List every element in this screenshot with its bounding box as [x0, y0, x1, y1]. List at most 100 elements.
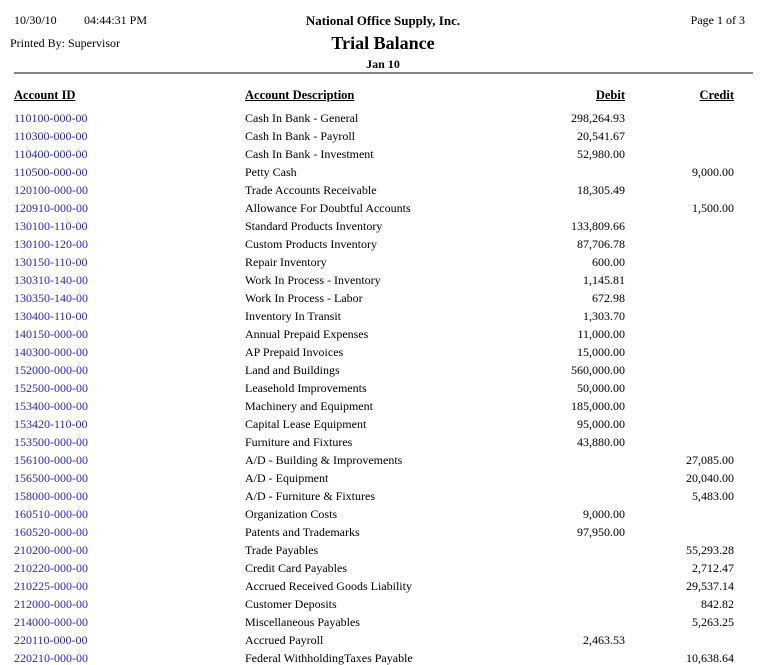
account-id-link[interactable]: 210200-000-00: [14, 543, 88, 557]
debit-amount: 20,541.67: [485, 127, 625, 145]
debit-amount: [485, 613, 625, 631]
table-row: 158000-000-00 A/D - Furniture & Fixtures…: [14, 487, 734, 505]
credit-amount: [625, 397, 734, 415]
col-header-credit: Credit: [625, 88, 734, 109]
credit-amount: 9,000.00: [625, 163, 734, 181]
trial-balance-report: 10/30/10 04:44:31 PM Page 1 of 3 Printed…: [0, 0, 766, 665]
header-divider: [14, 72, 753, 74]
credit-amount: [625, 343, 734, 361]
account-description: A/D - Furniture & Fixtures: [245, 487, 485, 505]
account-id-link[interactable]: 152000-000-00: [14, 363, 88, 377]
account-id-link[interactable]: 214000-000-00: [14, 615, 88, 629]
debit-amount: 95,000.00: [485, 415, 625, 433]
account-description: Patents and Trademarks: [245, 523, 485, 541]
account-id-link[interactable]: 140300-000-00: [14, 345, 88, 359]
debit-amount: 133,809.66: [485, 217, 625, 235]
table-row: 130400-110-00 Inventory In Transit 1,303…: [14, 307, 734, 325]
credit-amount: [625, 109, 734, 127]
account-id-link[interactable]: 160510-000-00: [14, 507, 88, 521]
account-id-link[interactable]: 153500-000-00: [14, 435, 88, 449]
company-name: National Office Supply, Inc.: [0, 13, 766, 29]
credit-amount: 55,293.28: [625, 541, 734, 559]
account-id-link[interactable]: 153420-110-00: [14, 417, 88, 431]
account-id-link[interactable]: 110500-000-00: [14, 165, 88, 179]
account-id-link[interactable]: 110300-000-00: [14, 129, 88, 143]
account-id-link[interactable]: 220210-000-00: [14, 651, 88, 665]
account-description: Work In Process - Inventory: [245, 271, 485, 289]
credit-amount: [625, 631, 734, 649]
credit-amount: [625, 307, 734, 325]
account-id-link[interactable]: 110400-000-00: [14, 147, 88, 161]
debit-amount: 298,264.93: [485, 109, 625, 127]
table-row: 152000-000-00 Land and Buildings 560,000…: [14, 361, 734, 379]
account-id-link[interactable]: 130310-140-00: [14, 273, 88, 287]
account-description: Cash In Bank - General: [245, 109, 485, 127]
account-id-link[interactable]: 120910-000-00: [14, 201, 88, 215]
col-header-account-id: Account ID: [14, 88, 245, 109]
account-description: Work In Process - Labor: [245, 289, 485, 307]
debit-amount: 50,000.00: [485, 379, 625, 397]
account-description: Accrued Payroll: [245, 631, 485, 649]
table-row: 153400-000-00 Machinery and Equipment 18…: [14, 397, 734, 415]
account-description: A/D - Building & Improvements: [245, 451, 485, 469]
account-id-link[interactable]: 210220-000-00: [14, 561, 88, 575]
credit-amount: 5,263.25: [625, 613, 734, 631]
debit-amount: [485, 199, 625, 217]
account-id-link[interactable]: 212000-000-00: [14, 597, 88, 611]
table-row: 130350-140-00 Work In Process - Labor 67…: [14, 289, 734, 307]
account-description: Cash In Bank - Investment: [245, 145, 485, 163]
debit-amount: [485, 595, 625, 613]
credit-amount: 1,500.00: [625, 199, 734, 217]
account-id-link[interactable]: 153400-000-00: [14, 399, 88, 413]
table-row: 210225-000-00 Accrued Received Goods Lia…: [14, 577, 734, 595]
debit-amount: 9,000.00: [485, 505, 625, 523]
table-row: 152500-000-00 Leasehold Improvements 50,…: [14, 379, 734, 397]
col-header-debit: Debit: [485, 88, 625, 109]
table-row: 130100-120-00 Custom Products Inventory …: [14, 235, 734, 253]
account-id-link[interactable]: 130400-110-00: [14, 309, 88, 323]
account-id-link[interactable]: 220110-000-00: [14, 633, 88, 647]
credit-amount: [625, 361, 734, 379]
account-id-link[interactable]: 130100-120-00: [14, 237, 88, 251]
debit-amount: 2,463.53: [485, 631, 625, 649]
account-id-link[interactable]: 152500-000-00: [14, 381, 88, 395]
account-description: Organization Costs: [245, 505, 485, 523]
account-id-link[interactable]: 130350-140-00: [14, 291, 88, 305]
account-description: Annual Prepaid Expenses: [245, 325, 485, 343]
credit-amount: [625, 379, 734, 397]
credit-amount: [625, 433, 734, 451]
account-id-link[interactable]: 156100-000-00: [14, 453, 88, 467]
credit-amount: [625, 415, 734, 433]
table-row: 120910-000-00 Allowance For Doubtful Acc…: [14, 199, 734, 217]
credit-amount: [625, 145, 734, 163]
table-row: 210220-000-00 Credit Card Payables 2,712…: [14, 559, 734, 577]
account-id-link[interactable]: 140150-000-00: [14, 327, 88, 341]
credit-amount: 27,085.00: [625, 451, 734, 469]
account-description: Trade Accounts Receivable: [245, 181, 485, 199]
debit-amount: 1,303.70: [485, 307, 625, 325]
debit-amount: 672.98: [485, 289, 625, 307]
account-description: A/D - Equipment: [245, 469, 485, 487]
account-id-link[interactable]: 110100-000-00: [14, 111, 88, 125]
credit-amount: [625, 289, 734, 307]
account-id-link[interactable]: 160520-000-00: [14, 525, 88, 539]
col-header-account-description: Account Description: [245, 88, 485, 109]
table-row: 214000-000-00 Miscellaneous Payables 5,2…: [14, 613, 734, 631]
account-id-link[interactable]: 158000-000-00: [14, 489, 88, 503]
credit-amount: 20,040.00: [625, 469, 734, 487]
credit-amount: [625, 271, 734, 289]
table-row: 120100-000-00 Trade Accounts Receivable …: [14, 181, 734, 199]
account-id-link[interactable]: 156500-000-00: [14, 471, 88, 485]
table-row: 110500-000-00 Petty Cash 9,000.00: [14, 163, 734, 181]
debit-amount: [485, 487, 625, 505]
debit-amount: [485, 163, 625, 181]
account-id-link[interactable]: 210225-000-00: [14, 579, 88, 593]
account-id-link[interactable]: 120100-000-00: [14, 183, 88, 197]
account-description: Federal WithholdingTaxes Payable: [245, 649, 485, 665]
account-description: Inventory In Transit: [245, 307, 485, 325]
account-id-link[interactable]: 130100-110-00: [14, 219, 88, 233]
debit-amount: [485, 469, 625, 487]
account-id-link[interactable]: 130150-110-00: [14, 255, 88, 269]
table-header-row: Account ID Account Description Debit Cre…: [14, 88, 734, 109]
account-description: Leasehold Improvements: [245, 379, 485, 397]
